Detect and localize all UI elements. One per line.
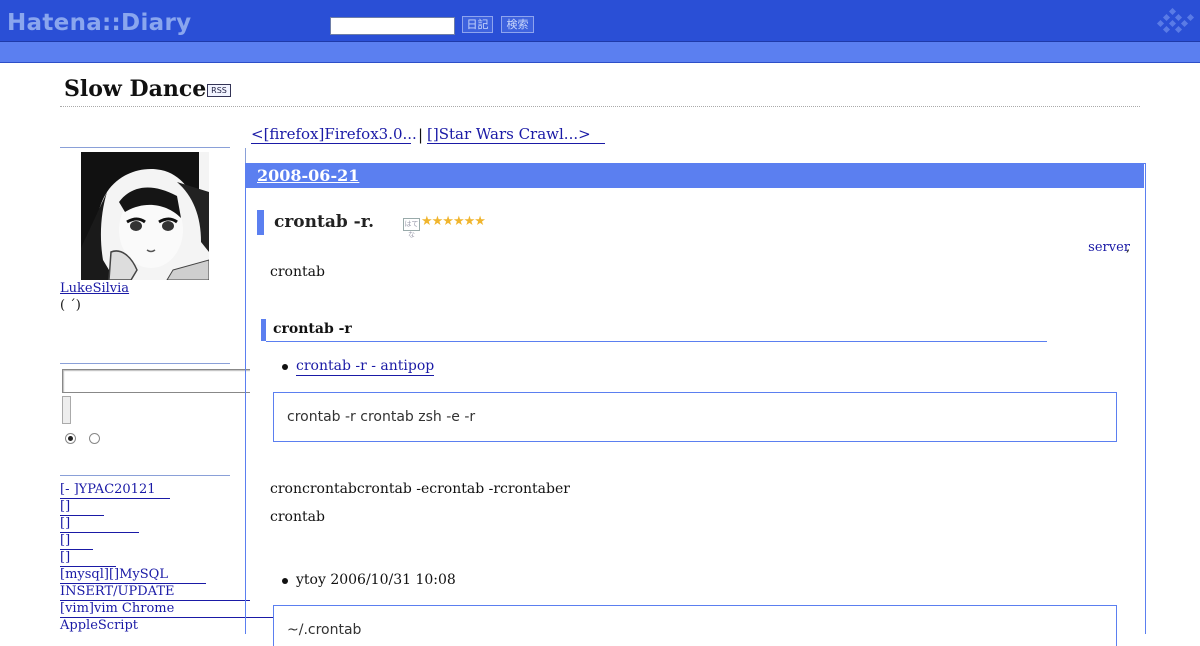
sidebar-divider xyxy=(60,363,230,364)
code-text: ~/.crontab xyxy=(287,622,362,638)
code-block: ~/.crontab xyxy=(273,605,1117,646)
list-bullet xyxy=(282,364,288,370)
search-scope-radio-diary[interactable] xyxy=(65,433,76,444)
recent-entry-link[interactable]: AppleScript xyxy=(60,617,138,634)
recent-entry-link[interactable]: [] xyxy=(60,532,93,550)
prev-entry-link[interactable]: <[firefox]Firefox3.0... xyxy=(251,126,417,144)
search-button[interactable]: 検索 xyxy=(501,16,534,33)
sub-header-bar xyxy=(0,42,1200,63)
user-avatar[interactable] xyxy=(81,152,209,280)
recent-entry-link[interactable]: [mysql][]MySQL xyxy=(60,566,206,584)
code-text: crontab -r crontab zsh -e -r xyxy=(287,409,476,425)
search-scope-radio-all[interactable] xyxy=(89,433,100,444)
category-link[interactable]: server xyxy=(1088,240,1130,255)
rss-icon[interactable]: RSS xyxy=(207,84,231,97)
diary-button[interactable]: 日記 xyxy=(462,16,493,33)
category-separator: , xyxy=(1126,240,1131,255)
sidebar-search-button[interactable] xyxy=(62,396,71,424)
sidebar-divider xyxy=(60,475,230,476)
section-marker xyxy=(257,210,264,235)
title-divider xyxy=(60,106,1140,107)
sidebar-divider xyxy=(60,147,230,148)
recent-entry-link[interactable]: [] xyxy=(60,549,116,567)
reference-link[interactable]: crontab -r - antipop xyxy=(296,358,435,376)
site-logo[interactable]: Hatena::Diary xyxy=(7,10,191,36)
entry-paragraph: crontab xyxy=(270,264,325,280)
hatena-diamond-logo-icon[interactable] xyxy=(1150,8,1196,36)
star-icon[interactable]: ★★★★★★ xyxy=(421,214,486,229)
recent-entry-link[interactable]: [] xyxy=(60,498,104,516)
header-search-input[interactable] xyxy=(330,17,455,35)
sidebar-search-input[interactable] xyxy=(62,369,250,393)
username-link[interactable]: LukeSilvia xyxy=(60,281,129,296)
code-block: crontab -r crontab zsh -e -r xyxy=(273,392,1117,442)
hatena-tag-icon[interactable]: はてな xyxy=(403,218,420,239)
recent-entry-link[interactable]: [] xyxy=(60,515,139,533)
blog-title[interactable]: Slow Dance xyxy=(64,76,206,102)
header-bar: Hatena::Diary 日記 検索 xyxy=(0,0,1200,42)
recent-entry-link[interactable]: [- ]YPAC20121 xyxy=(60,481,170,499)
list-bullet xyxy=(282,578,288,584)
subsection-marker xyxy=(261,319,266,341)
user-note: ( ´) xyxy=(60,298,81,313)
subsection-underline xyxy=(266,341,1047,342)
entry-paragraph: crontab xyxy=(270,509,325,525)
entry-date-link[interactable]: 2008-06-21 xyxy=(257,166,359,185)
section-title[interactable]: crontab -r. xyxy=(274,212,374,232)
pager-separator: | xyxy=(418,126,424,144)
date-bar xyxy=(246,164,1144,188)
comment-item: ytoy 2006/10/31 10:08 xyxy=(296,572,456,588)
entry-paragraph: croncrontabcrontab -ecrontab -rcrontaber xyxy=(270,481,570,497)
subsection-title: crontab -r xyxy=(273,321,352,337)
recent-entry-link[interactable]: INSERT/UPDATE xyxy=(60,583,250,601)
next-entry-link[interactable]: []Star Wars Crawl...> xyxy=(427,126,605,144)
